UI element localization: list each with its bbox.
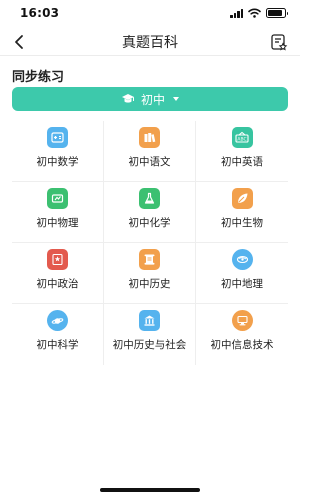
- subject-it[interactable]: 初中信息技术: [196, 304, 288, 365]
- status-time: 16:03: [20, 6, 60, 20]
- abc-icon: ABC: [231, 127, 253, 148]
- subject-english[interactable]: ABC 初中英语: [196, 121, 288, 182]
- emblem-icon: [47, 249, 68, 270]
- grade-select-value: 初中: [140, 92, 165, 107]
- favorites-button[interactable]: [268, 31, 290, 53]
- status-icons: [230, 8, 288, 18]
- subject-label: 初中科学: [36, 339, 79, 351]
- subject-grid: 初中数学 初中语文 ABC 初中英语 初中物理 初中化学 初中生物 初中政治 初…: [12, 121, 288, 365]
- calculator-icon: [47, 127, 68, 148]
- caret-down-icon: [173, 97, 179, 101]
- subject-label: 初中历史与社会: [112, 339, 187, 351]
- page-title: 真题百科: [122, 35, 178, 51]
- subject-label: 初中生物: [221, 217, 263, 229]
- history-scroll-icon: [139, 249, 160, 270]
- globe-icon: [231, 249, 253, 270]
- books-icon: [139, 127, 160, 148]
- subject-label: 初中信息技术: [210, 339, 274, 351]
- subject-label: 初中语文: [128, 156, 171, 168]
- graduation-cap-icon: [121, 94, 134, 103]
- subject-label: 初中化学: [128, 217, 171, 229]
- subject-biology[interactable]: 初中生物: [196, 182, 288, 243]
- subject-history[interactable]: 初中历史: [104, 243, 196, 304]
- subject-label: 初中政治: [36, 278, 79, 290]
- computer-icon: [231, 310, 253, 331]
- grade-select-button[interactable]: 初中: [12, 87, 288, 111]
- subject-geography[interactable]: 初中地理: [196, 243, 288, 304]
- flask-icon: [139, 188, 160, 209]
- subject-label: 初中物理: [36, 217, 79, 229]
- cellular-signal-icon: [230, 8, 243, 18]
- section-title: 同步练习: [12, 70, 65, 85]
- subject-politics[interactable]: 初中政治: [12, 243, 104, 304]
- subject-label: 初中历史: [128, 278, 171, 290]
- subject-label: 初中数学: [36, 156, 79, 168]
- building-icon: [139, 310, 160, 331]
- leaf-icon: [231, 188, 253, 209]
- wifi-icon: [248, 8, 261, 18]
- subject-chinese[interactable]: 初中语文: [104, 121, 196, 182]
- nav-bar: 真题百科: [0, 28, 300, 56]
- subject-chemistry[interactable]: 初中化学: [104, 182, 196, 243]
- subject-science[interactable]: 初中科学: [12, 304, 104, 365]
- subject-label: 初中地理: [221, 278, 263, 290]
- svg-text:ABC: ABC: [237, 137, 246, 143]
- magnet-icon: [47, 188, 68, 209]
- home-indicator: [100, 488, 200, 492]
- planet-icon: [47, 310, 68, 331]
- battery-icon: [266, 8, 288, 18]
- subject-math[interactable]: 初中数学: [12, 121, 104, 182]
- subject-physics[interactable]: 初中物理: [12, 182, 104, 243]
- starred-list-icon: [271, 34, 288, 51]
- status-bar: 16:03: [0, 0, 300, 28]
- subject-history-and-society[interactable]: 初中历史与社会: [104, 304, 196, 365]
- subject-label: 初中英语: [221, 156, 263, 168]
